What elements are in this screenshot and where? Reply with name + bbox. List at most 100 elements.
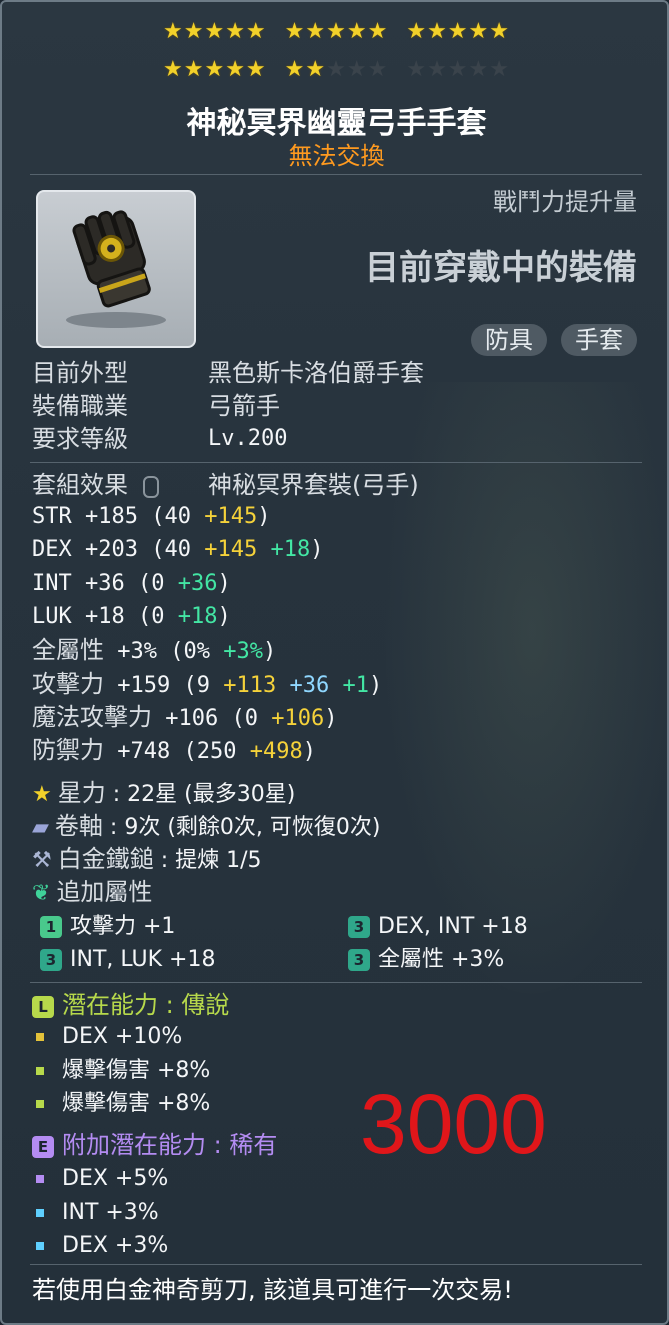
stat-bonus-part: +113 — [209, 672, 277, 698]
stat-close: ) — [368, 672, 383, 698]
misc-label: 星力 — [57, 779, 106, 807]
info-row: 要求等級 — [32, 424, 128, 456]
star-filled-icon: ★ — [305, 19, 327, 44]
potential-text: DEX +3% — [62, 1233, 169, 1258]
stat-row: 防禦力 +748 (250 +498) — [32, 735, 316, 767]
star-group: ★★★★★ — [163, 57, 267, 83]
misc-row: ⚒ 白金鐵鎚 : 提煉 1/5 — [32, 844, 262, 876]
item-tooltip: ★★★★★ ★★★★★ ★★★★★ ★★★★★ ★★★★★ ★★★★★ 神秘冥界幽靈弓手… — [0, 0, 669, 1325]
stat-base: (0 — [137, 570, 165, 596]
stat-name: STR — [32, 504, 72, 529]
star-empty-icon: ★ — [427, 57, 448, 82]
star-filled-icon: ★ — [367, 19, 389, 44]
stat-bonus-part: +498 — [236, 739, 303, 765]
stat-total: +185 — [71, 504, 152, 529]
stat-base: (40 — [151, 504, 191, 529]
misc-row: ★ 星力 : 22星 (最多30星) — [32, 778, 295, 810]
divider — [30, 982, 642, 983]
stat-bonus-part: +18 — [257, 537, 311, 563]
potential-tier: 傳說 — [181, 991, 230, 1019]
stat-bonus-part: +18 — [164, 603, 218, 629]
star-empty-icon: ★ — [326, 57, 347, 82]
set-effect-label: 套組效果 — [32, 471, 128, 499]
bonus-stat: 3 INT, LUK +18 — [40, 945, 215, 975]
info-label: 要求等級 — [32, 425, 128, 453]
bonus-grade-badge: 1 — [40, 916, 62, 938]
star-filled-icon: ★ — [245, 57, 267, 82]
stat-base: (0 — [231, 705, 258, 731]
stat-total: +3% — [104, 639, 171, 665]
stat-base: (9 — [183, 672, 210, 698]
stat-base: (0% — [170, 639, 210, 665]
stat-bonus-part: +3% — [209, 639, 263, 665]
stat-bonus-part: +145 — [190, 537, 258, 563]
bonus-stat: 3 DEX, INT +18 — [348, 912, 528, 942]
hammer-icon: ⚒ — [32, 848, 52, 873]
stat-close: ) — [310, 537, 324, 563]
star-filled-icon: ★ — [284, 19, 306, 44]
bonus-grade-badge: 3 — [348, 916, 370, 938]
scroll-icon: ▰ — [32, 815, 49, 840]
star-filled-icon: ★ — [447, 19, 469, 44]
star-filled-icon: ★ — [183, 19, 205, 44]
tag-gloves: 手套 — [561, 324, 637, 356]
potential-text: 爆擊傷害 +8% — [62, 1057, 211, 1083]
bonus-grade-badge: 3 — [348, 949, 370, 971]
star-empty-icon: ★ — [406, 57, 428, 82]
bonus-stat-text: DEX, INT +18 — [378, 914, 528, 939]
stat-row: INT +36 (0 +36) — [32, 569, 231, 599]
background-decoration — [382, 382, 667, 1002]
set-name-value: 神秘冥界套裝(弓手) — [208, 471, 419, 499]
misc-row: ❦ 追加屬性 — [32, 877, 152, 909]
info-row: 目前外型 — [32, 358, 128, 390]
info-row: 裝備職業 — [32, 391, 128, 423]
star-filled-icon: ★ — [468, 19, 490, 44]
stat-base: (0 — [137, 603, 165, 629]
tag-armor: 防具 — [471, 324, 547, 356]
bonus-potential-title: 附加潛在能力 — [62, 1131, 206, 1159]
star-filled-icon: ★ — [183, 57, 205, 82]
stat-name: 魔法攻擊力 — [32, 702, 152, 731]
stat-name: INT — [32, 570, 72, 596]
potential-line: DEX +3% — [36, 1231, 168, 1261]
star-empty-icon: ★ — [468, 57, 490, 82]
bonus-grade-badge: 3 — [40, 949, 62, 971]
misc-row: ▰ 卷軸 : 9次 (剩餘0次, 可恢復0次) — [32, 811, 380, 843]
star-group: ★★★★★ — [406, 57, 510, 83]
info-value: Lv.200 — [208, 424, 287, 454]
misc-label: 卷軸 — [54, 812, 103, 840]
star-force-row-2: ★★★★★ ★★★★★ ★★★★★ — [2, 57, 667, 83]
bonus-stat-text: 攻擊力 +1 — [70, 914, 176, 939]
potential-title: 潛在能力 — [62, 991, 158, 1019]
info-value: 弓箭手 — [208, 391, 280, 423]
stat-close: ) — [262, 639, 277, 665]
stat-name: DEX — [32, 537, 72, 563]
divider — [30, 174, 642, 175]
bonus-stat: 3 全屬性 +3% — [348, 945, 504, 975]
potential-line: DEX +5% — [36, 1164, 168, 1194]
item-icon-frame — [36, 190, 196, 348]
star-filled-icon: ★ — [427, 19, 448, 44]
stat-name: 攻擊力 — [32, 669, 104, 698]
star-filled-icon: ★ — [162, 19, 184, 44]
star-force-row-1: ★★★★★ ★★★★★ ★★★★★ — [2, 19, 667, 45]
potential-text: INT +3% — [62, 1199, 159, 1225]
star-group: ★★★★★ — [163, 19, 267, 45]
level-value: Lv.200 — [208, 426, 288, 451]
star-empty-icon: ★ — [346, 57, 368, 82]
bonus-stat: 1 攻擊力 +1 — [40, 912, 175, 942]
stat-close: ) — [324, 705, 338, 731]
star-empty-icon: ★ — [447, 57, 469, 82]
potential-text: DEX +5% — [62, 1166, 169, 1191]
potential-text: DEX +10% — [62, 1024, 183, 1049]
stat-bonus-part: +145 — [190, 504, 258, 529]
star-filled-icon: ★ — [162, 57, 184, 82]
bullet-icon — [36, 1066, 44, 1075]
bonus-stat-text: INT, LUK +18 — [70, 947, 216, 972]
stat-bonus-part: +1 — [329, 672, 369, 698]
stat-total: +203 — [71, 537, 152, 563]
divider — [30, 462, 642, 463]
star-filled-icon: ★ — [225, 57, 246, 82]
star-icon: ★ — [32, 782, 52, 807]
misc-label: 白金鐵鎚 — [57, 845, 154, 873]
